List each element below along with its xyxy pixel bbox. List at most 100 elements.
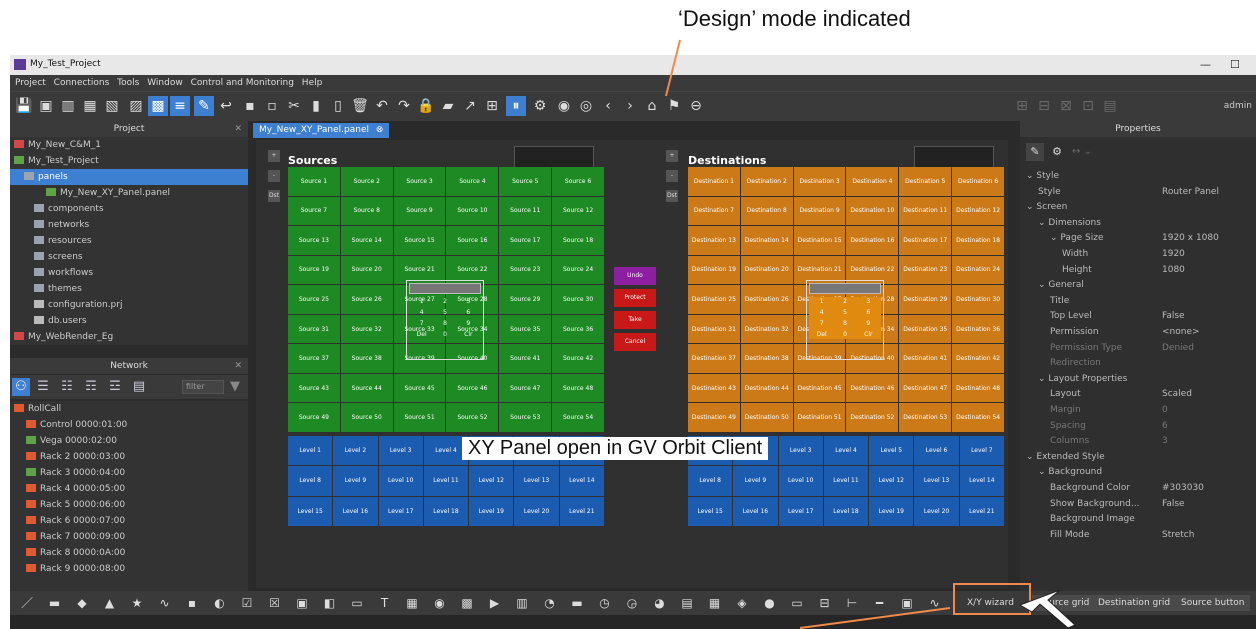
destination-button[interactable]: Destination 11 xyxy=(899,196,952,226)
keypad-key[interactable]: 8 xyxy=(834,319,855,328)
deploy-icon[interactable]: ▨ xyxy=(126,96,146,116)
destination-button[interactable]: Destination 7 xyxy=(688,196,740,226)
close-icon[interactable]: ✕ xyxy=(234,121,242,137)
level-button[interactable]: Level 14 xyxy=(559,466,604,496)
widget-icon[interactable]: ▪ xyxy=(183,594,201,612)
destination-button[interactable]: Destination 3 xyxy=(793,167,846,196)
source-button[interactable]: Source 24 xyxy=(552,255,604,285)
property-value[interactable]: Stretch xyxy=(1162,528,1194,542)
network-tree-item[interactable]: Rack 3 0000:04:00 xyxy=(10,465,125,481)
level-button[interactable]: Level 18 xyxy=(823,496,869,526)
level-button[interactable]: Level 3 xyxy=(778,436,823,466)
design-mode-icon[interactable]: ✎ xyxy=(194,96,214,116)
tree-icon[interactable]: ☶ xyxy=(82,378,100,396)
destination-button[interactable]: Destination 51 xyxy=(793,403,846,432)
destination-button[interactable]: Destination 48 xyxy=(952,373,1004,403)
source-button[interactable]: Source 2 xyxy=(340,167,393,196)
device-icon[interactable]: ▤ xyxy=(130,378,148,396)
widget-icon[interactable]: ▬ xyxy=(568,594,586,612)
align-icon[interactable]: ⊡ xyxy=(1078,96,1098,116)
destination-button[interactable]: Destination 10 xyxy=(846,196,899,226)
destination-button[interactable]: Destination 23 xyxy=(899,255,952,285)
align-icon[interactable]: ▤ xyxy=(1100,96,1120,116)
property-value[interactable]: Router Panel xyxy=(1162,185,1219,199)
source-button[interactable]: Source 12 xyxy=(552,196,604,226)
destination-selector[interactable] xyxy=(914,146,994,168)
chevron-down-icon[interactable]: ⌄ xyxy=(1038,218,1048,228)
menu-control-monitoring[interactable]: Control and Monitoring xyxy=(191,75,294,91)
destination-button[interactable]: Destination 24 xyxy=(952,255,1004,285)
widget-icon[interactable]: ◆ xyxy=(73,594,91,612)
destination-button[interactable]: Destination 26 xyxy=(740,285,793,314)
destination-button[interactable]: Destination 13 xyxy=(688,226,740,255)
widget-icon[interactable]: ▭ xyxy=(788,594,806,612)
level-button[interactable]: Level 15 xyxy=(688,496,733,526)
level-button[interactable]: Level 8 xyxy=(688,466,733,496)
project-tree-item[interactable]: themes xyxy=(10,281,248,297)
source-button[interactable]: Source 25 xyxy=(288,285,340,314)
keypad-key[interactable]: 2 xyxy=(834,297,855,306)
delete-icon[interactable]: 🗑 xyxy=(350,96,370,116)
keypad-key[interactable]: 3 xyxy=(458,297,479,306)
chevron-down-icon[interactable]: ⌄ xyxy=(1026,202,1036,212)
destination-button[interactable]: Destination 19 xyxy=(688,255,740,285)
source-button[interactable]: Source 32 xyxy=(340,314,393,344)
undo-icon[interactable]: ↶ xyxy=(372,96,392,116)
level-button[interactable]: Level 12 xyxy=(869,466,914,496)
widget-icon[interactable]: ◷ xyxy=(596,594,614,612)
level-button[interactable]: Level 11 xyxy=(823,466,869,496)
widget-icon[interactable]: ∿ xyxy=(926,594,944,612)
source-button[interactable]: Source 29 xyxy=(499,285,552,314)
property-value[interactable]: 1080 xyxy=(1162,263,1185,277)
source-button[interactable]: Source 37 xyxy=(288,344,340,373)
source-button[interactable]: Source 52 xyxy=(446,403,499,432)
widget-icon[interactable]: ◔ xyxy=(541,594,559,612)
source-add-button[interactable]: + xyxy=(268,150,280,162)
destination-button[interactable]: Destination 2 xyxy=(740,167,793,196)
source-button[interactable]: Source 13 xyxy=(288,226,340,255)
level-button[interactable]: Level 13 xyxy=(514,466,559,496)
save-all-icon[interactable]: ▦ xyxy=(80,96,100,116)
network-tree-item[interactable]: Rack 9 0000:08:00 xyxy=(10,561,125,577)
destination-button[interactable]: Destination 25 xyxy=(688,285,740,314)
copy-icon[interactable]: ▮ xyxy=(306,96,326,116)
open-icon[interactable]: ▣ xyxy=(36,96,56,116)
project-tree-item[interactable]: My_New_XY_Panel.panel xyxy=(10,185,248,201)
edit-icon[interactable]: ✎ xyxy=(1026,143,1044,161)
level-button[interactable]: Level 6 xyxy=(914,436,959,466)
widget-icon[interactable]: ▦ xyxy=(706,594,724,612)
level-button[interactable]: Level 2 xyxy=(333,436,378,466)
keypad-key[interactable]: Del xyxy=(811,330,832,339)
destination-grid-button[interactable]: Destination grid xyxy=(1092,595,1177,611)
chevron-down-icon[interactable]: ⌄ xyxy=(1038,280,1048,290)
source-button[interactable]: Source 9 xyxy=(393,196,446,226)
source-remove-button[interactable]: - xyxy=(268,170,280,182)
level-button[interactable]: Level 17 xyxy=(778,496,823,526)
protect-button[interactable]: Protect xyxy=(614,289,656,307)
minimize-button[interactable]: — xyxy=(1200,58,1211,71)
level-button[interactable]: Level 10 xyxy=(778,466,823,496)
align-icon[interactable]: ⊠ xyxy=(1056,96,1076,116)
keypad-key[interactable]: 9 xyxy=(458,319,479,328)
destination-button[interactable]: Destination 38 xyxy=(740,344,793,373)
source-button[interactable]: Source 42 xyxy=(552,344,604,373)
widget-icon[interactable]: ▩ xyxy=(458,594,476,612)
keypad-key[interactable]: 4 xyxy=(411,308,432,317)
source-button[interactable]: Source 17 xyxy=(499,226,552,255)
source-button[interactable]: Source 47 xyxy=(499,373,552,403)
destination-button[interactable]: Destination 49 xyxy=(688,403,740,432)
project-tree-item[interactable]: db.users xyxy=(10,313,248,329)
zoom-out-icon[interactable]: ⊖ xyxy=(686,96,706,116)
keypad-key[interactable]: 8 xyxy=(434,319,455,328)
network-tree-item[interactable]: Control 0000:01:00 xyxy=(10,417,127,433)
tab-xy-panel[interactable]: My_New_XY_Panel.panel ⊗ xyxy=(253,123,390,138)
widget-icon[interactable]: ◉ xyxy=(431,594,449,612)
menu-project[interactable]: Project xyxy=(15,75,46,91)
level-button[interactable]: Level 17 xyxy=(378,496,423,526)
destination-button[interactable]: Destination 35 xyxy=(899,314,952,344)
project-tree-item[interactable]: My_New_C&M_1 xyxy=(10,137,248,153)
source-button-button[interactable]: Source button xyxy=(1175,595,1251,611)
source-button[interactable]: Source 48 xyxy=(552,373,604,403)
new-icon[interactable]: 💾 xyxy=(14,96,34,116)
widget-icon[interactable]: ▬ xyxy=(46,594,64,612)
